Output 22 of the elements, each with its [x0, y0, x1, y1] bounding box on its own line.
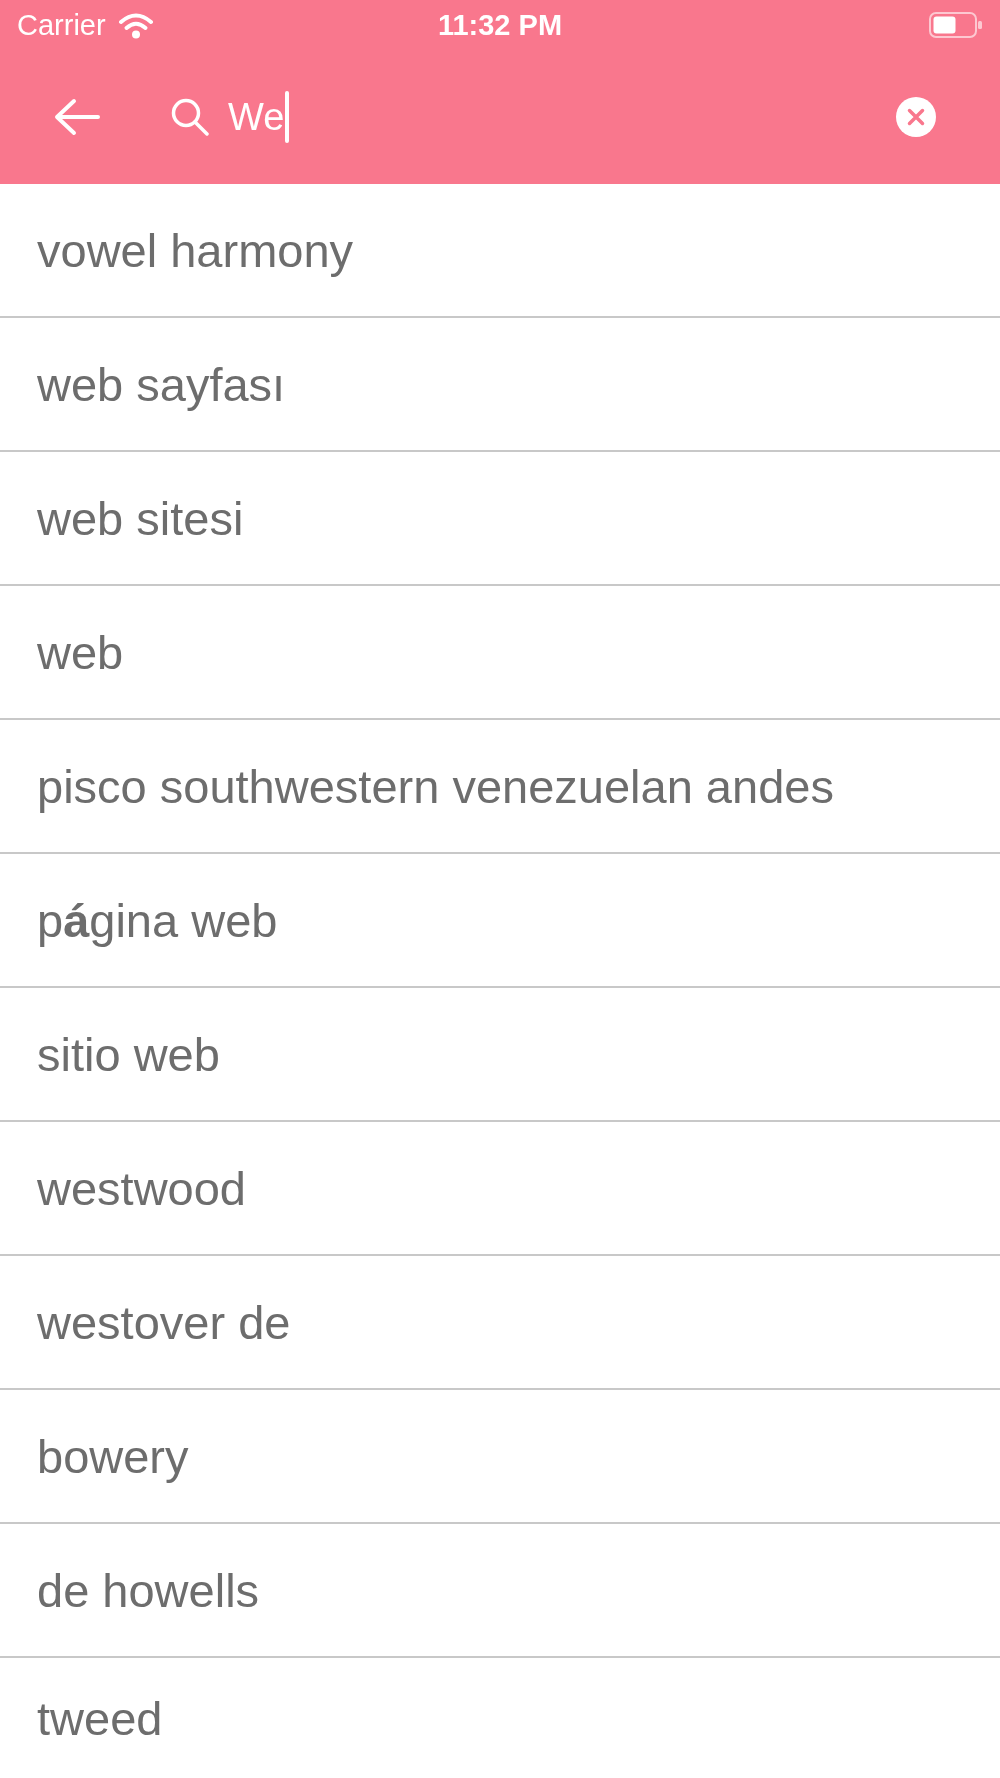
clock-time: 11:32 PM — [437, 8, 563, 42]
search-result-item[interactable]: westover de — [0, 1256, 1000, 1390]
search-field[interactable]: We — [171, 87, 896, 147]
clear-button[interactable] — [896, 97, 936, 137]
search-result-item[interactable]: westwood — [0, 1122, 1000, 1256]
search-result-item[interactable]: de howells — [0, 1524, 1000, 1658]
back-button[interactable] — [54, 98, 100, 136]
search-result-item[interactable]: vowel harmony — [0, 184, 1000, 318]
search-result-item[interactable]: web sitesi — [0, 452, 1000, 586]
search-icon — [171, 98, 209, 136]
search-result-item[interactable]: sitio web — [0, 988, 1000, 1122]
search-result-item[interactable]: página web — [0, 854, 1000, 988]
arrow-left-icon — [54, 98, 100, 136]
battery-icon — [929, 12, 983, 38]
search-result-item[interactable]: tweed — [0, 1658, 1000, 1778]
wifi-icon — [117, 11, 154, 39]
search-result-item[interactable]: pisco southwestern venezuelan andes — [0, 720, 1000, 854]
clear-icon — [896, 97, 936, 137]
carrier-name: Carrier — [17, 8, 106, 42]
search-result-item[interactable]: web — [0, 586, 1000, 720]
search-result-item[interactable]: web sayfası — [0, 318, 1000, 452]
search-result-item[interactable]: bowery — [0, 1390, 1000, 1524]
